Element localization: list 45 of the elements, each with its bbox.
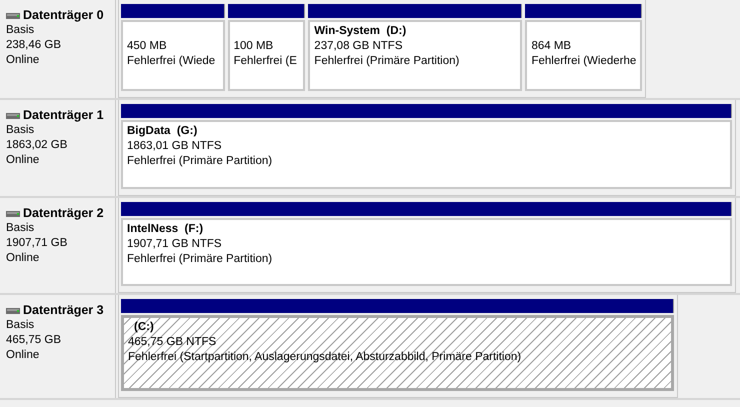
partition-size: 465,75 GB NTFS [128, 335, 218, 350]
partition-status: Fehlerfrei (Primäre Partition) [314, 54, 460, 69]
partition-block[interactable]: 864 MB Fehlerfrei (Wiederhe [525, 20, 642, 91]
disk-drive-icon [6, 12, 20, 18]
partition-block[interactable]: 100 MB Fehlerfrei (E [228, 20, 306, 91]
disk-drive-icon [6, 112, 20, 118]
disk-name: Datenträger 0 [23, 8, 104, 23]
disk-status: Online [6, 153, 40, 168]
disk-name: Datenträger 2 [23, 206, 104, 221]
partition-status: Fehlerfrei (Startpartition, Auslagerungsdatei, Absturzabbild, Primäre Partition) [128, 350, 522, 365]
partition-block[interactable]: Win-System (D:) 237,08 GB NTFS Fehlerfrei (Primäre Partition) [308, 20, 522, 91]
disk-size: 1907,71 GB [6, 236, 68, 251]
partition-size: 864 MB [531, 39, 572, 54]
partition-size: 100 MB [234, 39, 274, 54]
disk-size: 1863,02 GB [6, 138, 68, 153]
disk-status: Online [6, 348, 40, 363]
partition-size: 1907,71 GB NTFS [127, 237, 223, 252]
partition-label: (C:) [133, 320, 155, 335]
partition-size: 237,08 GB NTFS [314, 39, 404, 54]
partition-status: Fehlerfrei (Primäre Partition) [127, 252, 274, 267]
partition-status: Fehlerfrei (Primäre Partition) [127, 154, 274, 169]
partition-status: Fehlerfrei (E [234, 54, 298, 69]
partition-block[interactable]: 450 MB Fehlerfrei (Wiede [121, 20, 225, 91]
disk-type: Basis [6, 123, 36, 138]
partition-size: 450 MB [127, 39, 168, 54]
partition-label: BigData (G:) [127, 124, 198, 139]
partition-block[interactable]: BigData (G:) 1863,01 GB NTFS Fehlerfrei (Primäre Partition) [121, 120, 732, 189]
disk-size: 238,46 GB [6, 38, 62, 53]
disk-drive-icon [6, 210, 20, 216]
partition-status: Fehlerfrei (Wiede [127, 54, 216, 69]
disk-size: 465,75 GB [6, 333, 62, 348]
partition-size: 1863,01 GB NTFS [127, 139, 223, 154]
disk-type: Basis [6, 318, 36, 333]
partition-block[interactable]: IntelNess (F:) 1907,71 GB NTFS Fehlerfrei (Primäre Partition) [121, 218, 732, 286]
disk-type: Basis [6, 221, 36, 236]
partition-status: Fehlerfrei (Wiederhe [531, 54, 638, 69]
disk-status: Online [6, 251, 40, 266]
disk-name: Datenträger 3 [23, 303, 104, 318]
disk-type: Basis [6, 23, 36, 38]
disk-drive-icon [6, 308, 20, 314]
disk-status: Online [6, 53, 40, 68]
partition-label: Win-System (D:) [314, 24, 408, 39]
disk-name: Datenträger 1 [23, 108, 104, 123]
partition-label: IntelNess (F:) [127, 222, 204, 237]
partition-block[interactable]: (C:) 465,75 GB NTFS Fehlerfrei (Startpartition, Auslagerungsdatei, Absturzabbild, Primäre Partition) [121, 315, 674, 391]
